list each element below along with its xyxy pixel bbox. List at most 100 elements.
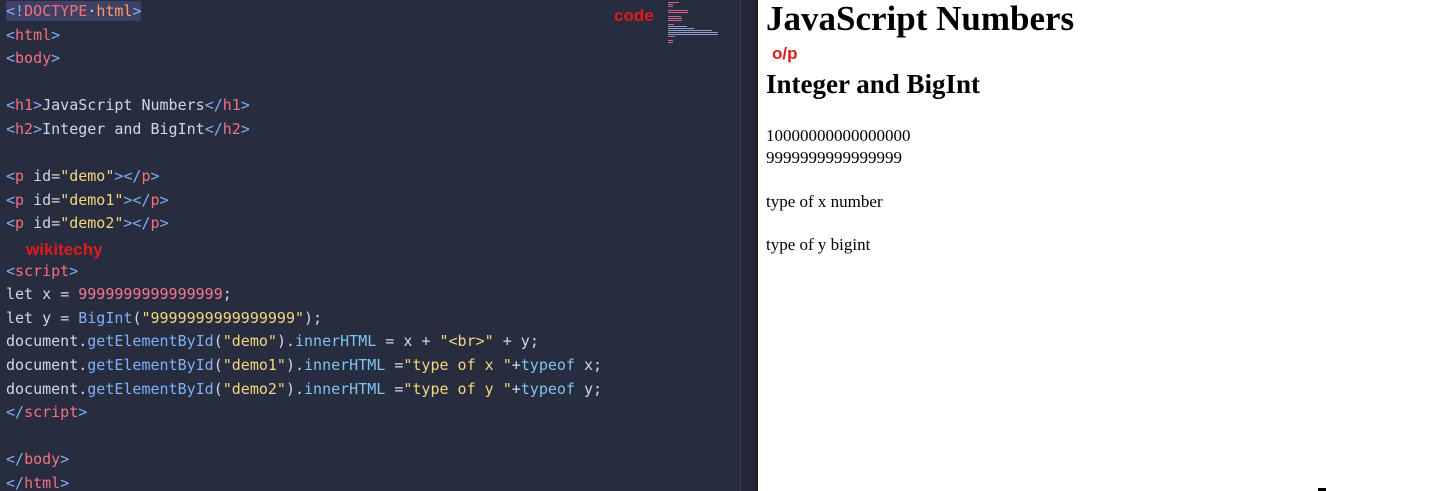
code-token: y bbox=[574, 379, 594, 398]
code-token: > bbox=[150, 167, 160, 186]
annotation-op-label: o/p bbox=[772, 44, 798, 63]
minimap-line bbox=[668, 16, 681, 17]
code-token: = bbox=[385, 355, 404, 374]
code-token: body bbox=[15, 49, 52, 68]
code-line[interactable] bbox=[6, 71, 602, 95]
code-token: innerHTML bbox=[295, 332, 377, 351]
code-line[interactable]: </body> bbox=[6, 448, 602, 472]
code-token: y bbox=[520, 332, 530, 351]
code-token: "demo1" bbox=[60, 190, 124, 209]
minimap-line bbox=[668, 34, 718, 35]
code-token: ). bbox=[285, 379, 305, 398]
code-token: "demo2" bbox=[222, 379, 286, 398]
code-token: h1 bbox=[222, 96, 241, 115]
code-token: ; bbox=[593, 355, 603, 374]
code-line[interactable] bbox=[6, 425, 602, 449]
code-token: id bbox=[24, 214, 52, 233]
code-token: getElementById bbox=[87, 379, 214, 398]
output-demo-line-1: 10000000000000000 bbox=[766, 126, 911, 145]
code-token: > bbox=[240, 96, 250, 115]
code-line[interactable] bbox=[6, 142, 602, 166]
output-heading-h2: Integer and BigInt bbox=[766, 69, 981, 99]
code-token: script bbox=[24, 403, 79, 422]
editor-minimap[interactable] bbox=[668, 2, 738, 46]
screenshot-root: <!DOCTYPE·html> <html> <body> <h1>JavaScri… bbox=[0, 0, 1445, 491]
code-line[interactable]: document.getElementById("demo1").innerHT… bbox=[6, 354, 602, 378]
code-token: id bbox=[24, 167, 52, 186]
code-token: < bbox=[6, 214, 16, 233]
code-token: = bbox=[51, 214, 61, 233]
code-token: > bbox=[51, 25, 61, 44]
code-token: = bbox=[385, 379, 404, 398]
minimap-line bbox=[668, 28, 695, 29]
code-token: </ bbox=[6, 403, 25, 422]
code-token: < bbox=[6, 96, 16, 115]
minimap-line bbox=[668, 2, 680, 3]
code-token: x bbox=[403, 332, 422, 351]
code-line[interactable]: <script> bbox=[6, 260, 602, 284]
code-token: html bbox=[96, 1, 133, 21]
code-token: document. bbox=[6, 379, 88, 398]
code-token: let x bbox=[6, 285, 61, 304]
code-line[interactable]: <body> bbox=[6, 47, 602, 71]
code-token: "demo2" bbox=[60, 214, 124, 233]
code-line[interactable]: <h2>Integer and BigInt</h2> bbox=[6, 118, 602, 142]
code-token: > bbox=[33, 119, 43, 138]
code-token: getElementById bbox=[87, 355, 214, 374]
code-token: typeof bbox=[520, 379, 575, 398]
code-line[interactable]: <h1>JavaScript Numbers</h1> bbox=[6, 94, 602, 118]
code-line[interactable]: let x = 9999999999999999; bbox=[6, 283, 602, 307]
code-editor-pane[interactable]: <!DOCTYPE·html> <html> <body> <h1>JavaScri… bbox=[0, 0, 740, 491]
code-token: < bbox=[6, 190, 16, 209]
code-token: ( bbox=[213, 355, 223, 374]
code-line[interactable]: </html> bbox=[6, 472, 602, 491]
code-token: document. bbox=[6, 355, 88, 374]
code-token: ( bbox=[213, 332, 223, 351]
code-token: > bbox=[60, 473, 70, 491]
code-token: = bbox=[60, 308, 79, 327]
code-token: </ bbox=[6, 450, 25, 469]
code-line[interactable]: <html> bbox=[6, 24, 602, 48]
code-line[interactable]: <p id="demo2"></p> bbox=[6, 212, 602, 236]
annotation-code-label: code bbox=[614, 6, 654, 25]
code-line[interactable]: <p id="demo1"></p> bbox=[6, 189, 602, 213]
code-token: </ bbox=[6, 473, 25, 491]
code-token: JavaScript Numbers bbox=[42, 96, 205, 115]
code-token: DOCTYPE bbox=[24, 1, 88, 21]
code-line[interactable]: document.getElementById("demo").innerHTM… bbox=[6, 330, 602, 354]
code-token: = bbox=[51, 167, 61, 186]
code-token: ; bbox=[529, 332, 539, 351]
code-token: BigInt bbox=[78, 308, 133, 327]
code-line[interactable]: <p id="demo"></p> bbox=[6, 165, 602, 189]
code-token: > bbox=[159, 190, 169, 209]
code-token: ( bbox=[213, 379, 223, 398]
code-token: ; bbox=[222, 285, 232, 304]
code-line[interactable]: <!DOCTYPE·html> bbox=[6, 0, 602, 24]
minimap-line bbox=[668, 32, 718, 33]
code-token: + bbox=[421, 332, 440, 351]
output-pane: JavaScript Numbers o/p Integer and BigIn… bbox=[758, 0, 1445, 491]
code-token: <! bbox=[6, 1, 25, 21]
code-token: < bbox=[6, 167, 16, 186]
code-token: "demo" bbox=[60, 167, 115, 186]
code-token: body bbox=[24, 450, 61, 469]
code-token: = bbox=[51, 190, 61, 209]
code-line[interactable]: document.getElementById("demo2").innerHT… bbox=[6, 378, 602, 402]
code-token: > bbox=[132, 1, 142, 21]
code-token: > bbox=[51, 49, 61, 68]
code-token: document. bbox=[6, 332, 88, 351]
output-demo-line-2: 9999999999999999 bbox=[766, 148, 902, 167]
code-token: + bbox=[511, 355, 521, 374]
code-line[interactable]: let y = BigInt("9999999999999999"); bbox=[6, 307, 602, 331]
code-token: "type of y " bbox=[403, 379, 512, 398]
editor-scrollbar[interactable] bbox=[740, 0, 755, 491]
code-line[interactable]: </script> bbox=[6, 401, 602, 425]
code-token: html bbox=[24, 473, 61, 491]
code-token: = bbox=[60, 285, 79, 304]
code-token: p bbox=[15, 190, 25, 209]
output-demo1-paragraph: type of x number bbox=[766, 192, 883, 211]
code-token: </ bbox=[204, 119, 223, 138]
minimap-line bbox=[668, 4, 673, 5]
code-token: ). bbox=[276, 332, 295, 351]
code-token: < bbox=[6, 119, 16, 138]
